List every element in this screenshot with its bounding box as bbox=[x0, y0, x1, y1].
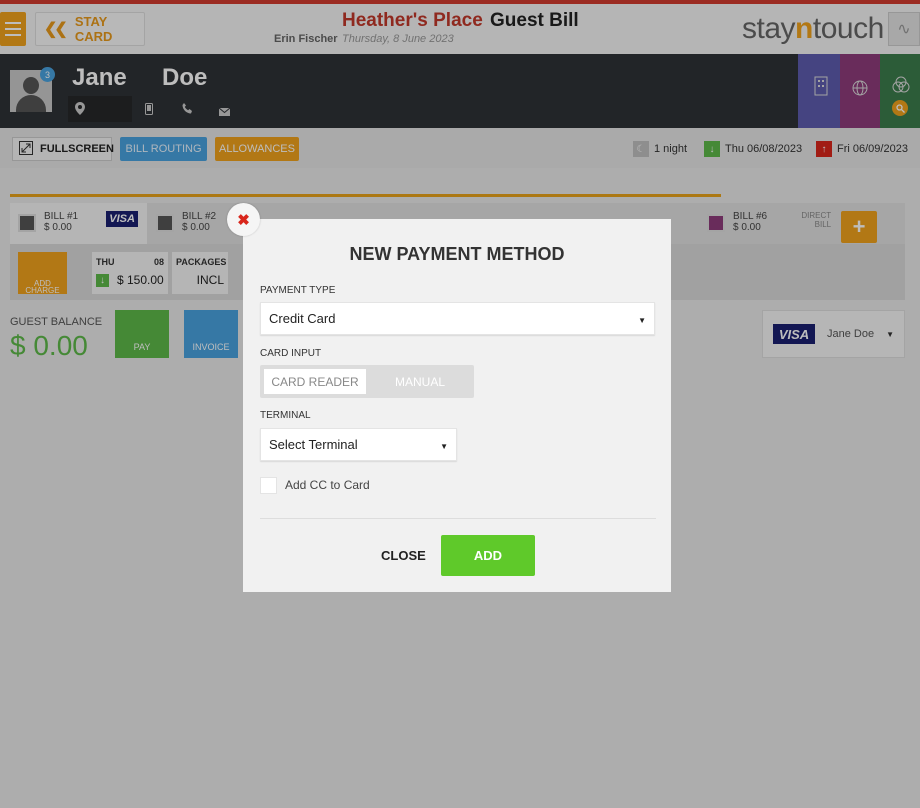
dialog-title: NEW PAYMENT METHOD bbox=[349, 244, 565, 264]
terminal-select[interactable]: Select Terminal ▼ bbox=[260, 428, 457, 461]
add-button[interactable]: ADD bbox=[441, 535, 535, 576]
close-icon[interactable]: ✖ bbox=[227, 203, 260, 236]
terminal-label: TERMINAL bbox=[260, 410, 311, 421]
payment-type-value: Credit Card bbox=[269, 311, 336, 326]
manual-option[interactable]: MANUAL bbox=[368, 369, 472, 394]
add-cc-label: Add CC to Card bbox=[285, 478, 370, 492]
card-input-label: CARD INPUT bbox=[260, 348, 322, 359]
dialog-divider bbox=[260, 518, 656, 519]
add-cc-checkbox[interactable] bbox=[260, 477, 277, 494]
caret-down-icon: ▼ bbox=[440, 442, 448, 451]
payment-type-label: PAYMENT TYPE bbox=[260, 285, 336, 296]
terminal-value: Select Terminal bbox=[269, 437, 358, 452]
card-reader-option[interactable]: CARD READER bbox=[264, 369, 366, 394]
close-button[interactable]: CLOSE bbox=[381, 548, 426, 563]
caret-down-icon: ▼ bbox=[638, 316, 646, 325]
payment-type-select[interactable]: Credit Card ▼ bbox=[260, 302, 655, 335]
